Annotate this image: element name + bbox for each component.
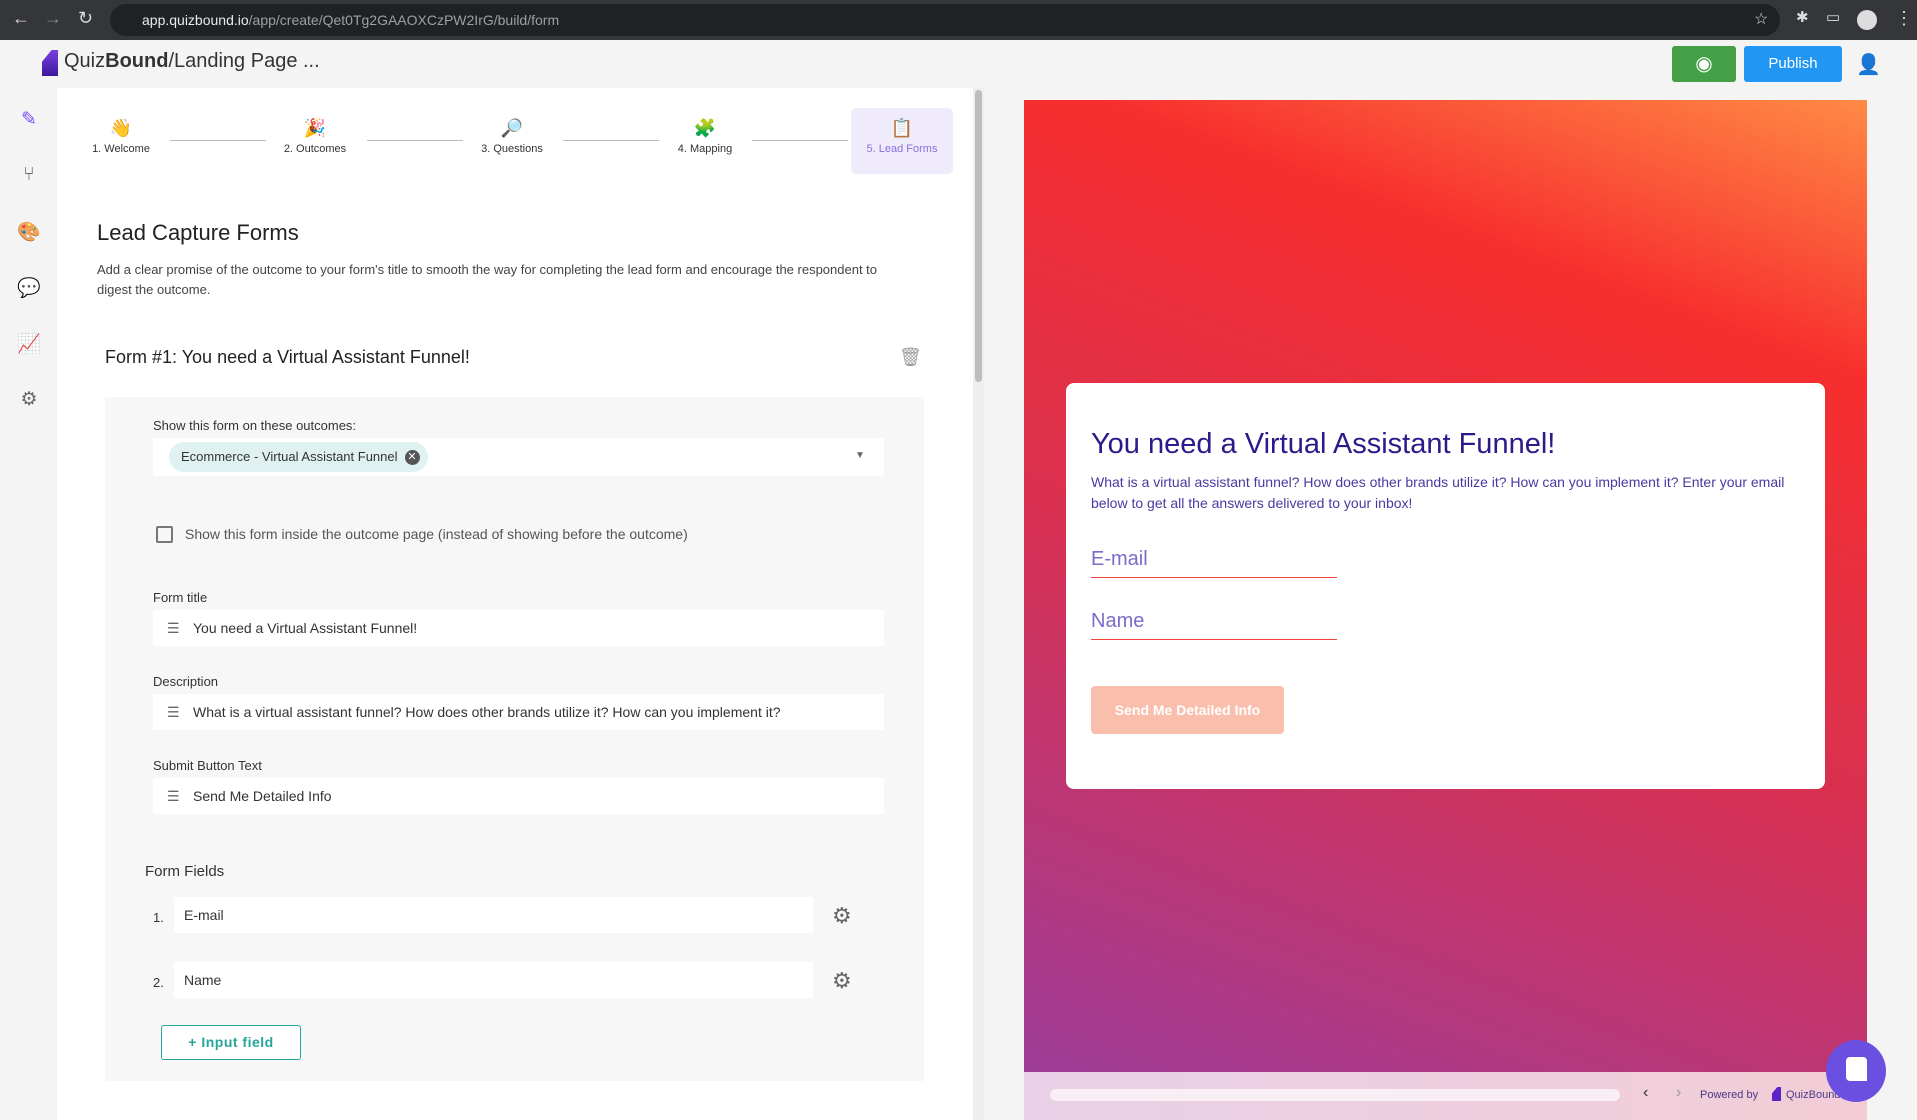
outcomes-label: Show this form on these outcomes: xyxy=(153,418,357,433)
step-label: 5. Lead Forms xyxy=(866,143,938,155)
next-icon[interactable]: › xyxy=(1676,1084,1681,1102)
step-label: 2. Outcomes xyxy=(283,143,347,155)
step-lead-forms[interactable]: 📋 5. Lead Forms xyxy=(842,118,962,155)
inside-outcome-checkbox[interactable] xyxy=(156,526,173,543)
dropdown-caret-icon[interactable]: ▼ xyxy=(855,450,865,461)
form-title-label: Form title xyxy=(153,590,208,605)
field-settings-gear-icon[interactable]: ⚙ xyxy=(832,968,852,994)
field-settings-gear-icon[interactable]: ⚙ xyxy=(832,903,852,929)
prev-icon[interactable]: ‹ xyxy=(1643,1084,1648,1102)
form-heading: Form #1: You need a Virtual Assistant Fu… xyxy=(105,347,470,367)
text-lines-icon: ☰ xyxy=(167,788,180,804)
preview-name-input[interactable]: Name xyxy=(1091,610,1337,640)
field-number: 2. xyxy=(153,975,164,990)
wave-icon: 👋 xyxy=(109,118,133,138)
back-icon[interactable]: ← xyxy=(12,8,30,29)
profile-avatar[interactable] xyxy=(1857,10,1877,30)
submit-text-value: Send Me Detailed Info xyxy=(193,788,332,804)
eye-icon: ◉ xyxy=(1695,53,1713,75)
step-connector xyxy=(752,140,848,141)
chat-launcher-button[interactable] xyxy=(1826,1040,1886,1102)
publish-button[interactable]: Publish xyxy=(1744,46,1842,82)
url-host: app.quizbound.io xyxy=(142,12,249,28)
preview-button[interactable]: ◉ xyxy=(1672,46,1736,82)
text-lines-icon: ☰ xyxy=(167,620,180,636)
step-label: 3. Questions xyxy=(481,143,543,155)
step-outcomes[interactable]: 🎉 2. Outcomes xyxy=(255,118,375,155)
trash-icon[interactable]: 🗑 xyxy=(899,347,922,368)
step-connector xyxy=(170,140,266,141)
chip-remove-icon[interactable]: ✕ xyxy=(404,450,420,465)
user-icon[interactable]: 👤 xyxy=(1856,52,1881,77)
address-bar[interactable]: app.quizbound.io/app/create/Qet0Tg2GAAOX… xyxy=(110,4,1780,36)
progress-bar xyxy=(1050,1089,1620,1101)
page-title: Lead Capture Forms xyxy=(97,220,299,245)
step-questions[interactable]: 🔎 3. Questions xyxy=(452,118,572,155)
form-title-value: You need a Virtual Assistant Funnel! xyxy=(193,620,418,636)
field-email-input[interactable]: E-mail xyxy=(174,897,813,933)
step-welcome[interactable]: 👋 1. Welcome xyxy=(61,118,181,155)
chat-icon[interactable]: 💬 xyxy=(17,276,41,300)
step-label: 4. Mapping xyxy=(677,143,733,155)
submit-text-input[interactable]: ☰ Send Me Detailed Info xyxy=(153,778,884,814)
powered-by: Powered by xyxy=(1700,1089,1759,1101)
chart-icon[interactable]: 📈 xyxy=(17,332,41,356)
checkbox-label: Show this form inside the outcome page (… xyxy=(185,526,688,542)
branch-icon[interactable]: ⑂ xyxy=(17,164,41,188)
menu-icon[interactable]: ⋮ xyxy=(1895,8,1913,29)
step-mapping[interactable]: 🧩 4. Mapping xyxy=(645,118,765,155)
clipboard-icon: 📋 xyxy=(890,118,914,138)
party-icon: 🎉 xyxy=(303,118,327,138)
pencil-icon[interactable]: ✎ xyxy=(17,108,41,132)
text-lines-icon: ☰ xyxy=(167,704,180,720)
reload-icon[interactable]: ↻ xyxy=(78,8,93,29)
outcome-chip-label: Ecommerce - Virtual Assistant Funnel xyxy=(181,449,398,464)
puzzle-icon: 🧩 xyxy=(693,118,717,138)
preview-description: What is a virtual assistant funnel? How … xyxy=(1091,474,1785,511)
field-number: 1. xyxy=(153,910,164,925)
star-icon[interactable]: ☆ xyxy=(1754,9,1768,29)
magnifier-icon: 🔎 xyxy=(500,118,524,138)
brand-quiz: Quiz xyxy=(64,50,106,72)
submit-text-label: Submit Button Text xyxy=(153,758,262,773)
preview-email-input[interactable]: E-mail xyxy=(1091,548,1337,578)
description-value: What is a virtual assistant funnel? How … xyxy=(193,704,781,720)
form-fields-heading: Form Fields xyxy=(145,863,225,880)
step-connector xyxy=(367,140,463,141)
step-label: 1. Welcome xyxy=(92,143,150,155)
cast-icon[interactable]: ▭ xyxy=(1826,8,1840,26)
field-name-input[interactable]: Name xyxy=(174,962,813,998)
form-title-input[interactable]: ☰ You need a Virtual Assistant Funnel! xyxy=(153,610,884,646)
brand-bound: Bound xyxy=(105,50,169,72)
forward-icon[interactable]: → xyxy=(44,8,62,29)
extensions-icon[interactable]: ✱ xyxy=(1796,8,1809,26)
brand-breadcrumb[interactable]: QuizBound/Landing Page ... xyxy=(64,50,320,73)
description-input[interactable]: ☰ What is a virtual assistant funnel? How… xyxy=(153,694,884,730)
breadcrumb-page: /Landing Page ... xyxy=(168,50,320,72)
description-label: Description xyxy=(153,674,219,689)
settings-icon[interactable]: ⚙ xyxy=(17,388,41,412)
preview-submit-button[interactable]: Send Me Detailed Info xyxy=(1091,686,1284,734)
page-description: Add a clear promise of the outcome to yo… xyxy=(97,262,878,297)
palette-icon[interactable]: 🎨 xyxy=(17,220,41,244)
preview-title: You need a Virtual Assistant Funnel! xyxy=(1091,428,1556,460)
outcome-chip: Ecommerce - Virtual Assistant Funnel ✕ xyxy=(169,442,428,472)
chat-bubble-icon xyxy=(1846,1057,1867,1081)
add-input-field-button[interactable]: + Input field xyxy=(161,1025,301,1060)
scrollbar-thumb[interactable] xyxy=(975,90,982,382)
url-path: /app/create/Qet0Tg2GAAOXCzPW2IrG/build/f… xyxy=(248,12,560,28)
